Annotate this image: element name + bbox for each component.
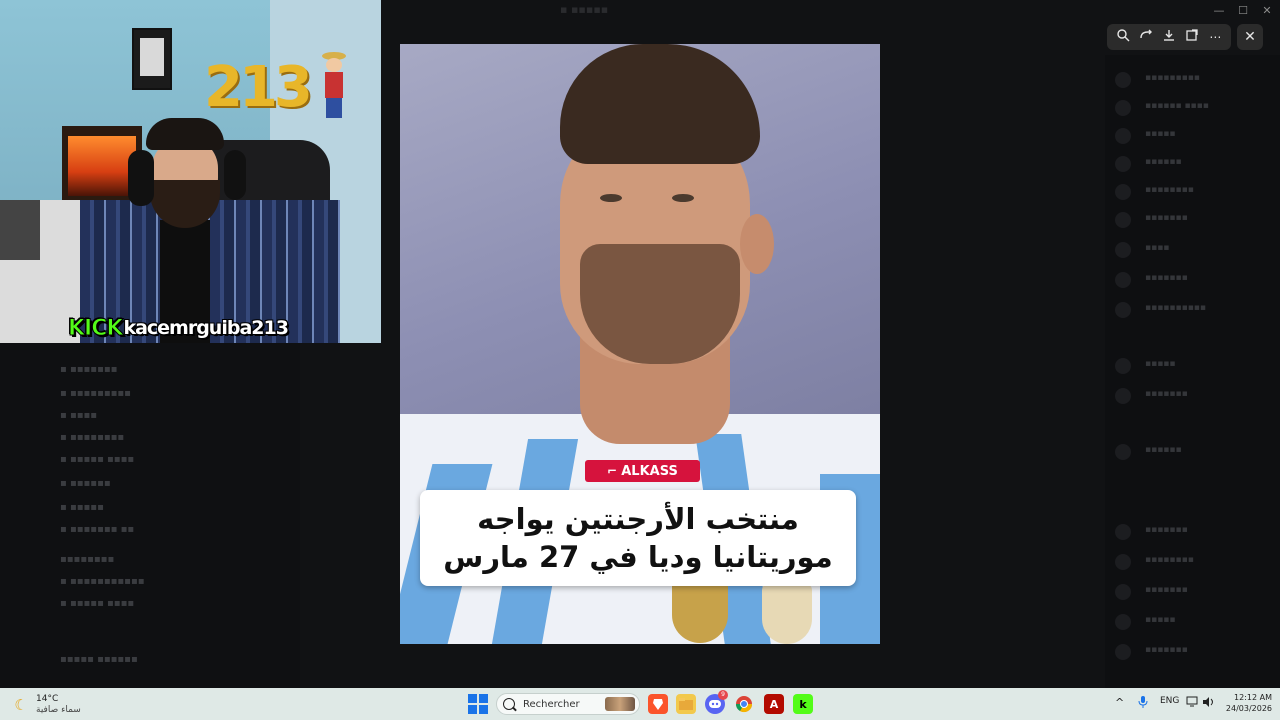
weather-description: سماء صافية <box>36 705 81 715</box>
fifa-champion-badge <box>672 579 728 643</box>
rotate-icon[interactable] <box>1137 28 1155 46</box>
member-item: ▪▪▪▪▪▪ <box>1115 154 1275 174</box>
player-beard <box>580 244 740 364</box>
webcam-overlay: 213 KICK kacemrguiba213 <box>0 0 381 343</box>
alkass-logo-icon: ⌐ <box>607 464 618 478</box>
source-tag: ⌐ ALKASS <box>585 460 700 482</box>
close-icon[interactable]: ✕ <box>1237 24 1263 50</box>
channel-label: KICK kacemrguiba213 <box>67 314 288 342</box>
channel-item: ▪ ▪▪▪▪▪▪▪▪▪ <box>60 388 131 399</box>
discord-notification-badge: 9 <box>718 690 728 700</box>
member-item: ▪▪▪▪▪▪▪ <box>1115 386 1275 406</box>
brave-icon[interactable] <box>648 694 668 714</box>
number-balloons: 213 <box>204 55 313 120</box>
file-explorer-icon[interactable] <box>676 694 696 714</box>
member-item: ▪▪▪▪▪▪▪ <box>1115 522 1275 542</box>
player-eye <box>672 194 694 202</box>
acrobat-icon[interactable]: A <box>764 694 784 714</box>
member-item: ▪▪▪▪▪▪▪ <box>1115 642 1275 662</box>
weather-temperature: 14°C <box>36 694 59 704</box>
channel-item: ▪ ▪▪▪▪▪▪▪ <box>60 364 118 375</box>
chrome-icon[interactable] <box>734 694 754 714</box>
member-item: ▪▪▪▪ <box>1115 240 1275 260</box>
window-controls: — ☐ ✕ <box>1208 0 1280 22</box>
taskbar <box>0 688 1280 720</box>
clock-time: 12:12 AM <box>1234 693 1272 702</box>
channel-item: ▪▪▪▪▪ ▪▪▪▪▪▪ <box>60 654 138 665</box>
network-icon[interactable] <box>1186 696 1200 711</box>
member-item: ▪▪▪▪▪▪▪▪ <box>1115 552 1275 572</box>
member-item: ▪▪▪▪▪▪▪▪▪ <box>1115 70 1275 90</box>
maximize-icon[interactable]: ☐ <box>1232 2 1254 20</box>
member-item: ▪▪▪▪▪▪ <box>1115 442 1275 462</box>
channel-item: ▪ ▪▪▪▪▪▪ <box>60 478 111 489</box>
headline-line-2: موريتانيا وديا في 27 مارس <box>443 540 833 574</box>
member-item: ▪▪▪▪▪▪▪ <box>1115 210 1275 230</box>
window-close-icon[interactable]: ✕ <box>1256 2 1278 20</box>
search-highlight-image <box>605 697 635 711</box>
player-eye <box>600 194 622 202</box>
headline-box: منتخب الأرجنتين يواجه موريتانيا وديا في … <box>420 490 856 586</box>
channel-name: kacemrguiba213 <box>123 317 288 339</box>
member-item: ▪▪▪▪▪▪▪ <box>1115 270 1275 290</box>
taskbar-clock[interactable]: 12:12 AM 24/03/2026 <box>1222 692 1272 714</box>
volume-icon[interactable] <box>1202 696 1216 711</box>
viewer-toolbar: ⋯ <box>1107 24 1231 50</box>
background-channel-list: ▪ ▪▪▪▪▪▪▪ ▪ ▪▪▪▪▪▪▪▪▪ ▪ ▪▪▪▪ ▪ ▪▪▪▪▪▪▪▪ … <box>0 342 300 688</box>
search-placeholder: Rechercher <box>523 698 580 710</box>
tray-expand-icon[interactable]: ^ <box>1115 696 1124 709</box>
channel-item: ▪ ▪▪▪▪▪ ▪▪▪▪ <box>60 598 135 609</box>
member-item: ▪▪▪▪▪▪▪▪▪▪ <box>1115 300 1275 320</box>
headphones-icon <box>128 150 154 206</box>
channel-item: ▪ ▪▪▪▪ <box>60 410 98 421</box>
figure-toy <box>322 48 346 118</box>
minimize-icon[interactable]: — <box>1208 2 1230 20</box>
search-icon <box>503 698 515 710</box>
player-ear <box>740 214 774 274</box>
headline-line-1: منتخب الأرجنتين يواجه <box>477 502 799 536</box>
wall-poster <box>132 28 172 90</box>
language-indicator[interactable]: ENG <box>1160 696 1179 706</box>
more-icon[interactable]: ⋯ <box>1206 28 1224 46</box>
channel-item: ▪ ▪▪▪▪▪▪▪▪▪▪▪ <box>60 576 145 587</box>
member-item: ▪▪▪▪▪ <box>1115 356 1275 376</box>
taskbar-search[interactable]: Rechercher <box>496 693 640 715</box>
source-name: ALKASS <box>621 463 678 479</box>
kick-app-icon[interactable]: k <box>793 694 813 714</box>
member-item: ▪▪▪▪▪▪ ▪▪▪▪ <box>1115 98 1275 118</box>
channel-item: ▪▪▪▪▪▪▪▪ <box>60 554 115 565</box>
headphones-icon <box>224 150 246 200</box>
channel-item: ▪ ▪▪▪▪▪ ▪▪▪▪ <box>60 454 135 465</box>
channel-item: ▪ ▪▪▪▪▪▪▪ ▪▪ <box>60 524 135 535</box>
clock-date: 24/03/2026 <box>1225 704 1272 713</box>
windows-start-icon[interactable] <box>468 694 488 714</box>
player-hair <box>560 44 760 164</box>
channel-item: ▪ ▪▪▪▪▪ <box>60 502 104 513</box>
microphone-icon[interactable] <box>1138 696 1148 711</box>
member-item: ▪▪▪▪▪▪▪▪ <box>1115 182 1275 202</box>
member-item: ▪▪▪▪▪▪▪ <box>1115 582 1275 602</box>
afa-crest <box>762 584 812 644</box>
member-item: ▪▪▪▪▪ <box>1115 612 1275 632</box>
moon-icon: ☾ <box>14 696 28 714</box>
open-external-icon[interactable] <box>1183 28 1201 46</box>
member-item: ▪▪▪▪▪ <box>1115 126 1275 146</box>
download-icon[interactable] <box>1160 28 1178 46</box>
background-window-title: ▪ ▪▪▪▪▪ <box>560 3 609 16</box>
channel-item: ▪ ▪▪▪▪▪▪▪▪ <box>60 432 125 443</box>
zoom-icon[interactable] <box>1114 28 1132 46</box>
weather-widget[interactable]: ☾ 14°C سماء صافية <box>12 692 81 718</box>
kick-logo: KICK <box>67 315 123 341</box>
